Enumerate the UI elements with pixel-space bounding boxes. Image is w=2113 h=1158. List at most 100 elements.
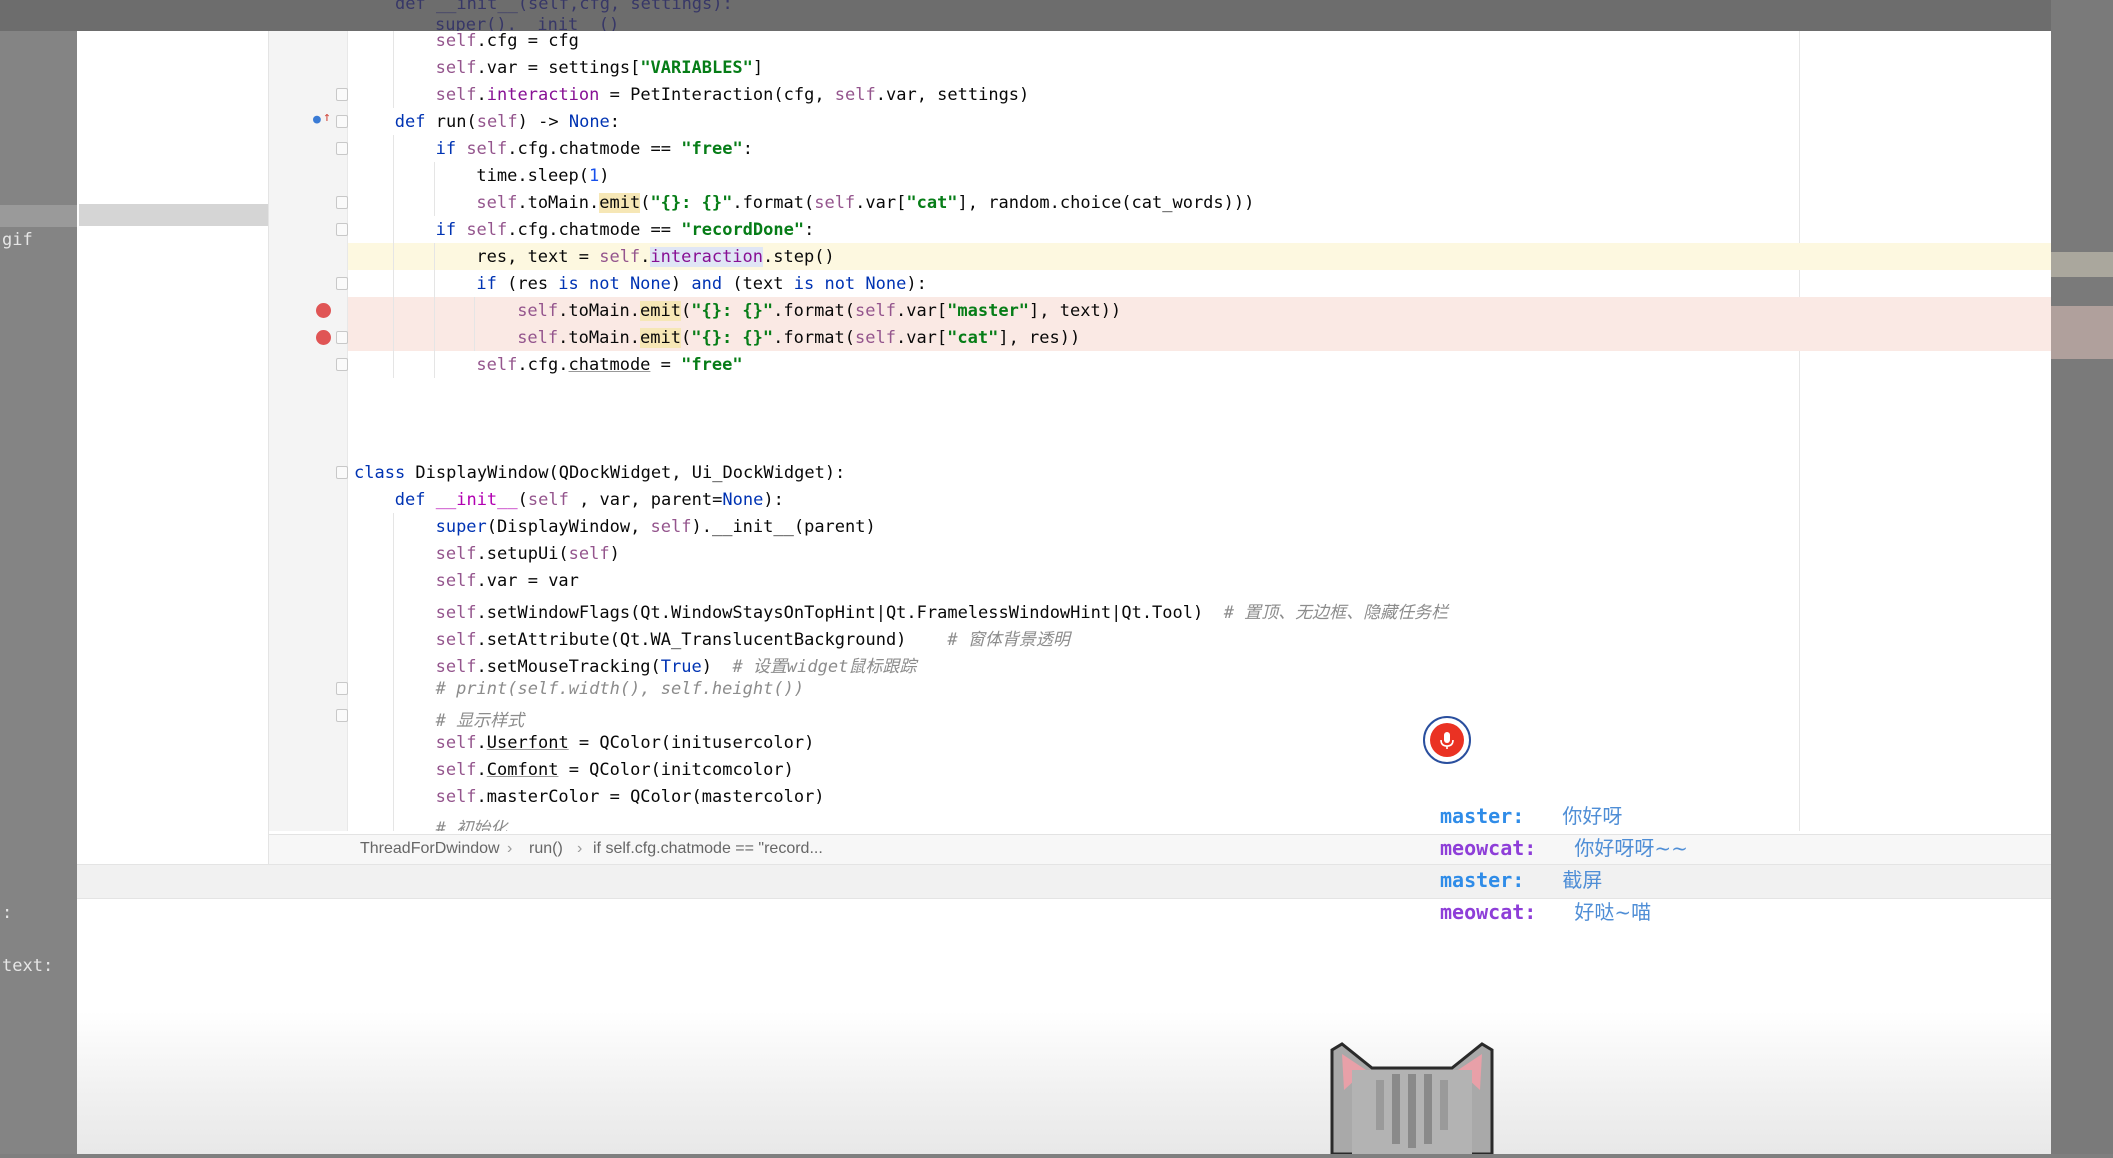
code-line[interactable]: 33self.toMain.emit("{}: {}".format(self.… [348, 324, 2051, 351]
code-line[interactable]: 28self.toMain.emit("{}: {}".format(self.… [348, 189, 2051, 216]
code-line[interactable]: 27time.sleep(1) [348, 162, 2051, 189]
code-text: super(DisplayWindow, self).__init__(pare… [436, 517, 876, 537]
code-line[interactable]: 29if self.cfg.chatmode == "recordDone": [348, 216, 2051, 243]
fold-marker-icon[interactable] [336, 466, 348, 479]
chat-speaker: master: [1440, 804, 1525, 828]
code-token: self [568, 544, 610, 564]
code-token: self [435, 760, 477, 780]
breadcrumb-item-class[interactable]: ThreadForDwindow [360, 840, 500, 858]
code-line[interactable]: 47# 显示样式 [348, 702, 2051, 731]
code-line[interactable]: 38class DisplayWindow(QDockWidget, Ui_Do… [348, 459, 2051, 486]
code-line[interactable]: 32self.toMain.emit("{}: {}".format(self.… [348, 297, 2051, 324]
fold-marker-icon[interactable] [336, 682, 348, 695]
breadcrumb-item-statement[interactable]: if self.cfg.chatmode == "record... [593, 840, 823, 858]
code-text: if (res is not None) and (text is not No… [476, 274, 926, 294]
fold-marker-icon[interactable] [336, 331, 348, 344]
code-line[interactable]: 30res, text = self.interaction.step() [348, 243, 2051, 270]
code-line[interactable]: 46# print(self.width(), self.height()) [348, 675, 2051, 702]
breadcrumb: ThreadForDwindow › run() › if self.cfg.c… [269, 834, 2051, 864]
code-token: self [435, 85, 477, 105]
code-token: ], res)) [998, 328, 1081, 348]
code-line[interactable]: 48self.Userfont = QColor(initusercolor) [348, 729, 2051, 756]
code-token: if [476, 274, 508, 294]
indent-guide [392, 648, 394, 675]
indent-guide [392, 243, 394, 270]
pixel-cat-icon[interactable] [1322, 1040, 1502, 1156]
fold-marker-icon[interactable] [336, 277, 348, 290]
code-token: ) -> [517, 112, 569, 132]
code-line[interactable]: 41self.setupUi(self) [348, 540, 2051, 567]
fold-marker-icon[interactable] [336, 142, 348, 155]
fold-marker-icon[interactable] [336, 709, 348, 722]
code-token: .var = var [476, 571, 579, 591]
chat-speaker: master: [1440, 868, 1525, 892]
breakpoint-icon[interactable] [316, 330, 331, 345]
code-token: "{}: {}" [691, 301, 774, 321]
indent-guide [392, 729, 394, 756]
indent-guide [392, 621, 394, 648]
code-text: self.setWindowFlags(Qt.WindowStaysOnTopH… [436, 598, 1449, 623]
voice-record-button[interactable] [1423, 716, 1471, 764]
code-token: , var, parent= [568, 490, 723, 510]
code-token: .var, settings) [875, 85, 1030, 105]
code-token: self [855, 328, 896, 348]
code-token: ) [599, 166, 610, 186]
code-token: .toMain. [517, 193, 600, 213]
code-editor[interactable]: 22self.cfg = cfg23self.var = settings["V… [348, 31, 2051, 831]
code-token: # 显示样式 [435, 711, 525, 731]
code-text: def run(self) -> None: [395, 112, 620, 132]
code-token: # 窗体背景透明 [947, 630, 1070, 650]
indent-guide [392, 270, 394, 297]
code-text: self.var = var [436, 571, 579, 591]
code-line[interactable]: 22self.cfg = cfg [348, 31, 2051, 54]
code-token: and [691, 274, 733, 294]
code-line[interactable]: 34self.cfg.chatmode = "free" [348, 351, 2051, 378]
code-line[interactable]: 50self.masterColor = QColor(mastercolor) [348, 783, 2051, 810]
code-token: res, text = [476, 247, 600, 267]
code-line[interactable]: 37 [348, 432, 2051, 459]
override-marker-icon[interactable]: ● [313, 112, 321, 127]
code-token: .setAttribute(Qt.WA_TranslucentBackgroun… [476, 630, 948, 650]
code-token: self [435, 571, 477, 591]
code-line[interactable]: 25def run(self) -> None: [348, 108, 2051, 135]
code-line[interactable]: 35 [348, 378, 2051, 405]
code-token: (text [732, 274, 794, 294]
code-token: self [599, 247, 641, 267]
code-token: self [466, 220, 508, 240]
code-line[interactable]: 43self.setWindowFlags(Qt.WindowStaysOnTo… [348, 594, 2051, 623]
fold-marker-icon[interactable] [336, 88, 348, 101]
code-token: self [435, 58, 477, 78]
fold-marker-icon[interactable] [336, 358, 348, 371]
chat-message: master: 你好呀 [1440, 800, 1622, 829]
code-line[interactable]: 36 [348, 405, 2051, 432]
code-line[interactable]: 31if (res is not None) and (text is not … [348, 270, 2051, 297]
code-token: "free" [681, 139, 743, 159]
code-line[interactable]: 26if self.cfg.chatmode == "free": [348, 135, 2051, 162]
fold-marker-icon[interactable] [336, 223, 348, 236]
fold-marker-icon[interactable] [336, 115, 348, 128]
code-token: "cat" [947, 328, 999, 348]
code-line[interactable]: 23self.var = settings["VARIABLES"] [348, 54, 2051, 81]
code-line[interactable]: 24self.interaction = PetInteraction(cfg,… [348, 81, 2051, 108]
background-code-overflow: def __init__(self,cfg, settings): super(… [315, 0, 1715, 31]
fold-marker-icon[interactable] [336, 196, 348, 209]
code-line[interactable]: 45self.setMouseTracking(True) # 设置widget… [348, 648, 2051, 677]
code-line[interactable]: 39def __init__(self , var, parent=None): [348, 486, 2051, 513]
code-line[interactable]: 40super(DisplayWindow, self).__init__(pa… [348, 513, 2051, 540]
code-token: if [435, 220, 467, 240]
code-line[interactable]: 51# 初始化 [348, 810, 2051, 831]
code-token: super [435, 517, 487, 537]
code-line[interactable]: 49self.Comfont = QColor(initcomcolor) [348, 756, 2051, 783]
code-token: .var = settings[ [476, 58, 641, 78]
code-line[interactable]: 42self.var = var [348, 567, 2051, 594]
breakpoint-icon[interactable] [316, 303, 331, 318]
tool-window-bar[interactable] [77, 864, 2051, 899]
indent-guide [474, 297, 476, 324]
breadcrumb-item-method[interactable]: run() [529, 840, 563, 858]
code-line[interactable]: 44self.setAttribute(Qt.WA_TranslucentBac… [348, 621, 2051, 650]
indent-guide [392, 783, 394, 810]
arrow-up-icon: ↑ [323, 110, 331, 125]
overflow-line-a: def __init__(self,cfg, settings): [395, 0, 733, 14]
indent-guide [392, 297, 394, 324]
microphone-icon [1430, 723, 1464, 757]
